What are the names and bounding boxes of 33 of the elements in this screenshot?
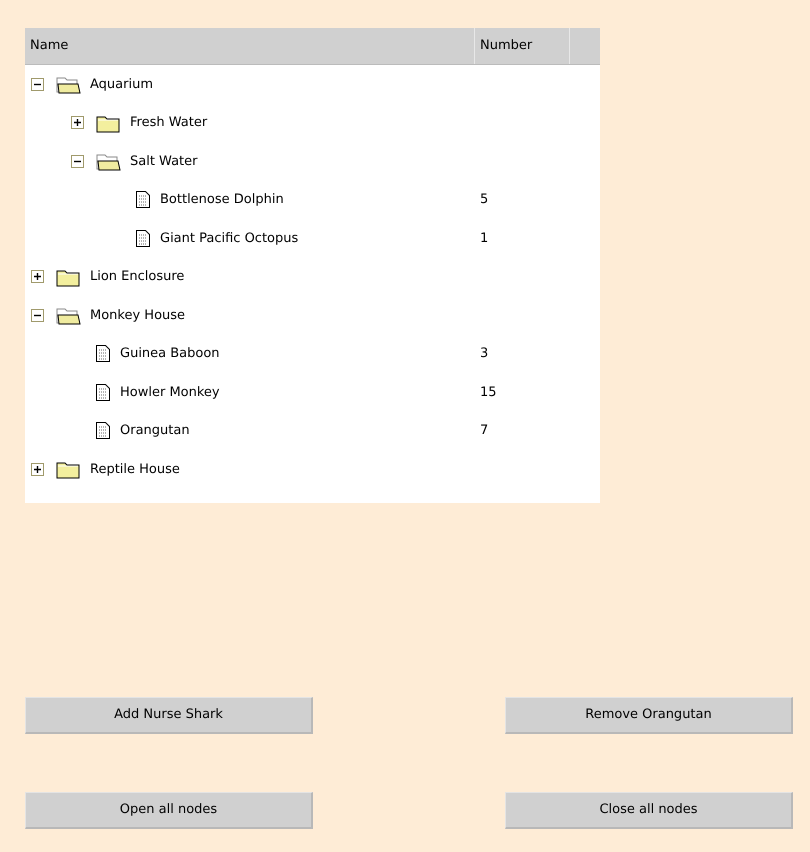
- number-cell: 1: [480, 230, 488, 246]
- column-header[interactable]: Number: [480, 36, 532, 56]
- folder-label[interactable]: Reptile House: [90, 460, 180, 479]
- folder-label[interactable]: Salt Water: [130, 152, 198, 171]
- document-icon: [95, 382, 111, 402]
- expand-toggle[interactable]: [31, 270, 44, 284]
- number-cell: 15: [480, 384, 497, 400]
- document-icon: [135, 190, 151, 210]
- folder-label[interactable]: Monkey House: [90, 306, 186, 325]
- collapse-toggle[interactable]: [71, 154, 84, 168]
- item-label[interactable]: Guinea Baboon: [120, 344, 220, 364]
- action-button[interactable]: Close all nodes: [505, 792, 793, 829]
- document-icon: [95, 344, 111, 364]
- expand-toggle[interactable]: [31, 462, 44, 476]
- number-cell: 3: [480, 346, 488, 361]
- item-label[interactable]: Orangutan: [120, 421, 190, 440]
- collapse-toggle[interactable]: [31, 78, 44, 91]
- column-header[interactable]: Name: [30, 36, 68, 56]
- action-button[interactable]: Add Nurse Shark: [25, 697, 313, 734]
- collapse-toggle[interactable]: [31, 308, 44, 322]
- document-icon: [135, 228, 151, 248]
- action-button[interactable]: Remove Orangutan: [505, 697, 793, 734]
- folder-label[interactable]: Aquarium: [90, 74, 153, 94]
- item-label[interactable]: Bottlenose Dolphin: [160, 190, 284, 210]
- item-label[interactable]: Howler Monkey: [120, 382, 220, 402]
- number-cell: 5: [480, 192, 488, 207]
- item-label[interactable]: Giant Pacific Octopus: [160, 228, 298, 248]
- action-button[interactable]: Open all nodes: [25, 792, 313, 829]
- folder-label[interactable]: Lion Enclosure: [90, 267, 184, 286]
- number-cell: 7: [480, 423, 488, 438]
- document-icon: [95, 421, 111, 440]
- folder-label[interactable]: Fresh Water: [130, 113, 208, 132]
- expand-toggle[interactable]: [71, 116, 84, 130]
